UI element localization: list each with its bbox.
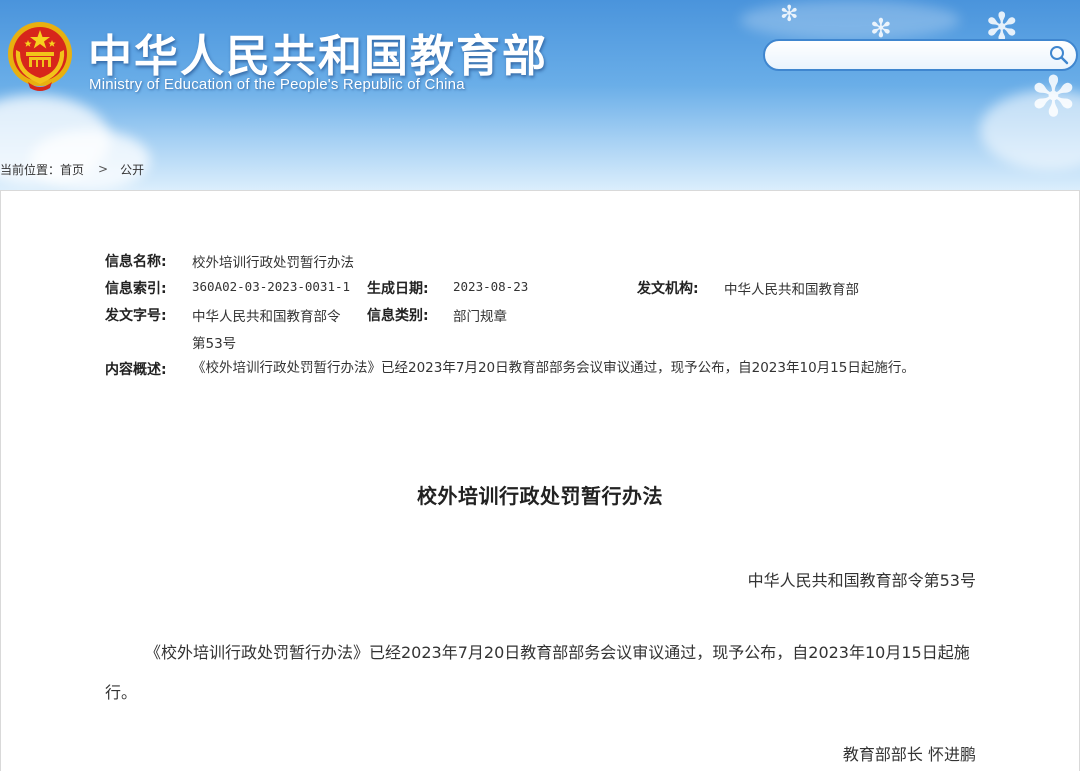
dandelion-decoration: ✻	[1030, 65, 1077, 130]
doc-number-label: 发文字号:	[105, 308, 167, 324]
breadcrumb-prefix: 当前位置：	[0, 162, 61, 177]
doc-number-value-line2: 第53号	[192, 336, 237, 352]
date-generated-label: 生成日期:	[367, 281, 429, 297]
site-title[interactable]: 中华人民共和国教育部	[88, 20, 548, 84]
summary-value: 《校外培训行政处罚暂行办法》已经2023年7月20日教育部部务会议审议通过，现予…	[192, 360, 915, 376]
order-number: 中华人民共和国教育部令第53号	[747, 571, 976, 590]
date-generated-value: 2023-08-23	[453, 279, 529, 294]
document-title: 校外培训行政处罚暂行办法	[417, 484, 663, 508]
breadcrumb: 当前位置： 首页 > 公开	[0, 159, 144, 179]
info-category-label: 信息类别:	[367, 308, 429, 324]
search-icon[interactable]	[1048, 44, 1070, 66]
national-emblem-icon[interactable]	[6, 20, 74, 94]
info-index-value: 360A02-03-2023-0031-1	[192, 279, 351, 294]
signature: 教育部部长 怀进鹏	[842, 745, 976, 764]
cloud-decoration	[740, 0, 960, 40]
dandelion-decoration: ✻	[780, 2, 799, 27]
document-body-paragraph: 《校外培训行政处罚暂行办法》已经2023年7月20日教育部部务会议审议通过，现予…	[105, 643, 970, 702]
breadcrumb-current-link[interactable]: 公开	[120, 161, 144, 178]
breadcrumb-separator: >	[98, 162, 109, 176]
site-header: ✻ ✻ ✻ ✻ 中华人民共和国教育部 Ministry of Education…	[0, 0, 1080, 190]
search-input[interactable]	[779, 45, 1039, 65]
info-index-label: 信息索引:	[105, 281, 167, 297]
doc-number-value-line1: 中华人民共和国教育部令	[192, 309, 341, 325]
info-category-value: 部门规章	[453, 309, 507, 325]
info-name-label: 信息名称:	[105, 254, 167, 270]
breadcrumb-home-link[interactable]: 首页	[60, 161, 84, 178]
issuing-agency-value: 中华人民共和国教育部	[724, 282, 859, 298]
site-subtitle: Ministry of Education of the People's Re…	[89, 76, 465, 93]
info-name-value: 校外培训行政处罚暂行办法	[192, 255, 354, 271]
search-box	[763, 39, 1078, 71]
issuing-agency-label: 发文机构:	[637, 281, 699, 297]
summary-label: 内容概述:	[105, 362, 167, 378]
